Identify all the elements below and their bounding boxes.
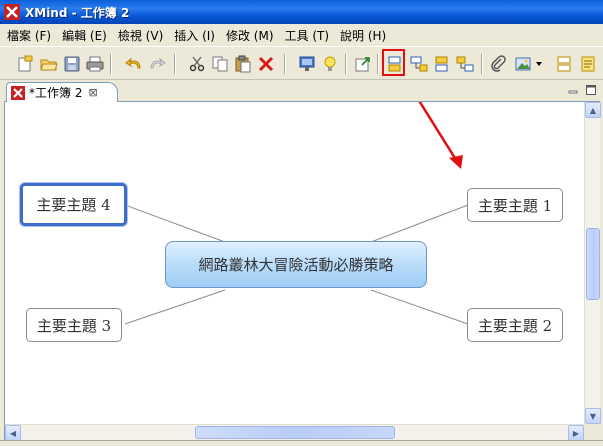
- connector-topic-4: [124, 204, 226, 243]
- annotation-arrow: [418, 102, 460, 164]
- menu-file[interactable]: 檔案 (F): [3, 27, 55, 44]
- status-bar: [0, 440, 603, 446]
- xmind-file-icon: [11, 85, 25, 100]
- menu-edit[interactable]: 編輯 (E): [58, 27, 111, 44]
- paste-icon[interactable]: [232, 53, 254, 75]
- menu-modify[interactable]: 修改 (M): [222, 27, 278, 44]
- xmind-logo-icon: [4, 4, 20, 20]
- boundary-icon[interactable]: [553, 53, 575, 75]
- highlighted-toolbar-button: [382, 49, 405, 76]
- insert-topic-before-icon[interactable]: [431, 53, 453, 75]
- menu-insert[interactable]: 插入 (I): [170, 27, 219, 44]
- horizontal-scrollbar[interactable]: ◀ ▶: [5, 424, 584, 441]
- vertical-scrollbar[interactable]: ▲ ▼: [584, 102, 601, 424]
- menu-view[interactable]: 檢視 (V): [114, 27, 167, 44]
- menu-help[interactable]: 說明 (H): [336, 27, 390, 44]
- export-icon[interactable]: [352, 53, 374, 75]
- image-dropdown-icon[interactable]: [533, 53, 545, 75]
- notes-icon[interactable]: [577, 53, 599, 75]
- connector-topic-3: [124, 289, 226, 325]
- close-tab-icon[interactable]: ⊠: [88, 86, 97, 99]
- window-title: XMind - 工作簿 2: [25, 5, 130, 20]
- toolbar-separator: [110, 54, 112, 74]
- mind-map-canvas[interactable]: 網路叢林大冒險活動必勝策略 主要主題 4 主要主題 1 主要主題 3 主要主題 …: [5, 102, 584, 424]
- save-icon[interactable]: [61, 53, 83, 75]
- toolbar: [0, 46, 603, 80]
- delete-icon[interactable]: [255, 53, 277, 75]
- scroll-right-icon[interactable]: ▶: [568, 425, 584, 441]
- toolbar-separator: [284, 54, 286, 74]
- main-topic-4[interactable]: 主要主題 4: [20, 183, 127, 226]
- scroll-up-icon[interactable]: ▲: [585, 102, 601, 118]
- insert-image-icon[interactable]: [512, 53, 534, 75]
- copy-icon[interactable]: [209, 53, 231, 75]
- print-icon[interactable]: [84, 53, 106, 75]
- scrollbar-corner: [584, 424, 600, 440]
- connector-topic-2: [370, 289, 469, 325]
- xmind-window: XMind - 工作簿 2 檔案 (F) 編輯 (E) 檢視 (V) 插入 (I…: [0, 0, 603, 446]
- main-topic-2[interactable]: 主要主題 2: [467, 308, 563, 342]
- maximize-editor-icon[interactable]: [584, 83, 598, 97]
- open-folder-icon[interactable]: [38, 53, 60, 75]
- tab-label: *工作簿 2: [29, 86, 83, 100]
- main-topic-1[interactable]: 主要主題 1: [467, 188, 563, 222]
- main-topic-3[interactable]: 主要主題 3: [26, 308, 122, 342]
- menu-bar: 檔案 (F) 編輯 (E) 檢視 (V) 插入 (I) 修改 (M) 工具 (T…: [0, 24, 603, 46]
- toolbar-separator: [345, 54, 347, 74]
- toolbar-separator: [377, 54, 379, 74]
- presentation-icon[interactable]: [296, 53, 318, 75]
- undo-icon[interactable]: [123, 53, 145, 75]
- toolbar-separator: [481, 54, 483, 74]
- insert-subtopic-icon[interactable]: [408, 53, 430, 75]
- scroll-down-icon[interactable]: ▼: [585, 408, 601, 424]
- cut-icon[interactable]: [186, 53, 208, 75]
- connector-topic-1: [370, 204, 469, 243]
- horizontal-scroll-thumb[interactable]: [195, 426, 395, 439]
- editor-tab-bar: *工作簿 2 ⊠: [4, 80, 600, 102]
- annotation-arrowhead: [449, 155, 463, 169]
- insert-parent-topic-icon[interactable]: [454, 53, 476, 75]
- toolbar-separator: [174, 54, 176, 74]
- new-workbook-icon[interactable]: [14, 53, 36, 75]
- menu-tools[interactable]: 工具 (T): [281, 27, 334, 44]
- title-bar: XMind - 工作簿 2: [0, 0, 603, 24]
- redo-icon[interactable]: [146, 53, 168, 75]
- tab-workbook[interactable]: *工作簿 2 ⊠: [6, 82, 118, 102]
- minimize-editor-icon[interactable]: [566, 83, 580, 97]
- attachment-icon[interactable]: [487, 53, 509, 75]
- idea-icon[interactable]: [319, 53, 341, 75]
- vertical-scroll-thumb[interactable]: [586, 228, 600, 300]
- central-topic[interactable]: 網路叢林大冒險活動必勝策略: [165, 241, 427, 288]
- scroll-left-icon[interactable]: ◀: [5, 425, 21, 441]
